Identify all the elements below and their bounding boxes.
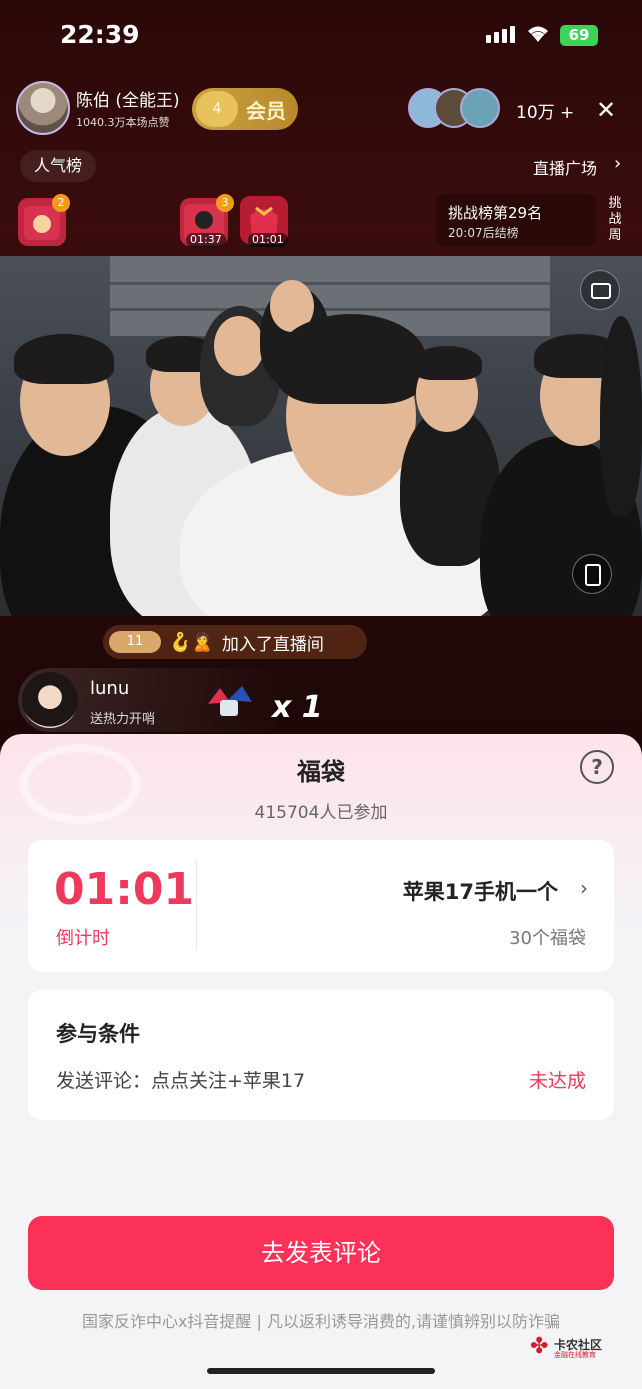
battery-icon: 69 xyxy=(560,25,598,46)
status-bar: 22:39 69 xyxy=(0,0,642,70)
popularity-rank-button[interactable]: 人气榜 xyxy=(20,150,97,182)
fan-club-label: 会员 xyxy=(246,98,286,123)
kanong-logo-icon: ✤ xyxy=(530,1334,549,1359)
home-indicator[interactable] xyxy=(207,1368,435,1374)
condition-card: 参与条件 发送评论：点点关注+苹果17 未达成 xyxy=(28,990,614,1120)
challenge-rank-title: 挑战榜第29名 xyxy=(448,204,543,222)
participant-count: 415704人已参加 xyxy=(254,803,388,823)
watermark-sub: 金融在线教育 xyxy=(554,1351,596,1359)
anchor-info[interactable]: 陈伯 (全能王) 1040.3万本场点赞 xyxy=(16,80,180,136)
anti-fraud-notice: 国家反诈中心x抖音提醒 | 凡以返利诱导消费的,请谨慎辨别以防诈骗 xyxy=(81,1312,561,1331)
live-plaza-link[interactable]: 直播广场 xyxy=(533,155,597,179)
fan-level-badge: 11 xyxy=(109,631,161,653)
status-time: 22:39 xyxy=(60,20,140,49)
watermark: ✤ 卡农社区 金融在线教育 xyxy=(530,1336,620,1360)
gift-count: x 1 xyxy=(272,690,323,725)
viewer-count[interactable]: 10万 + xyxy=(516,98,574,123)
whistle-gift-icon xyxy=(208,686,252,716)
prize-card[interactable]: 01:01 倒计时 苹果17手机一个 › 30个福袋 xyxy=(28,840,614,972)
gift-user-avatar[interactable] xyxy=(22,672,78,728)
countdown-timer: 01:01 xyxy=(54,864,195,915)
chevron-right-icon[interactable]: › xyxy=(580,876,588,900)
user-badge-icon: 🪝🙎 xyxy=(169,631,214,653)
countdown-label: 倒计时 xyxy=(56,928,110,949)
condition-text: 发送评论：点点关注+苹果17 xyxy=(56,1070,306,1092)
condition-status: 未达成 xyxy=(528,1070,586,1092)
wifi-icon xyxy=(528,26,548,42)
fan-club-badge[interactable]: 4 会员 xyxy=(192,88,298,130)
person xyxy=(600,316,642,516)
challenge-week-tab[interactable]: 挑战周 xyxy=(606,196,624,244)
lucky-bag-count: 3 xyxy=(216,194,234,212)
screen-rotate-button[interactable] xyxy=(580,270,620,310)
viewer-avatar xyxy=(460,88,500,128)
heart-icon: 4 xyxy=(196,91,238,127)
gift-user-name: lunu xyxy=(90,678,130,699)
chevron-right-icon: › xyxy=(614,153,622,174)
condition-title: 参与条件 xyxy=(56,1022,140,1046)
live-video[interactable] xyxy=(0,256,642,616)
landscape-button[interactable] xyxy=(572,554,612,594)
rotate-icon xyxy=(591,283,611,299)
challenge-rank-countdown: 20:07后结榜 xyxy=(448,226,519,240)
challenge-rank[interactable]: 挑战榜第29名 20:07后结榜 xyxy=(436,194,596,246)
signal-icon xyxy=(486,26,515,43)
close-icon[interactable]: ✕ xyxy=(596,96,616,124)
help-icon[interactable]: ? xyxy=(580,750,614,784)
anchor-likes: 1040.3万本场点赞 xyxy=(76,116,170,129)
phone-rotate-icon xyxy=(585,564,601,586)
join-text: 加入了直播间 xyxy=(221,634,324,655)
viewer-avatars[interactable] xyxy=(408,88,500,130)
anchor-name: 陈伯 (全能王) xyxy=(76,91,180,111)
lucky-bag-timer: 01:37 xyxy=(186,233,226,247)
gift-action: 送热力开哨 xyxy=(90,712,156,727)
gift-bag-count: 2 xyxy=(52,194,70,212)
prize-bag-count: 30个福袋 xyxy=(509,928,586,949)
join-notice: 11 🪝🙎 加入了直播间 xyxy=(103,625,367,659)
fortune-bag-timer: 01:01 xyxy=(248,233,288,247)
prize-name[interactable]: 苹果17手机一个 xyxy=(403,876,558,906)
divider xyxy=(196,860,197,950)
post-comment-button[interactable]: 去发表评论 xyxy=(28,1216,614,1290)
sheet-title: 福袋 xyxy=(297,758,345,786)
anchor-avatar[interactable] xyxy=(16,81,70,135)
lucky-bag-sheet: 福袋 ? 415704人已参加 01:01 倒计时 苹果17手机一个 › 30个… xyxy=(0,734,642,1389)
